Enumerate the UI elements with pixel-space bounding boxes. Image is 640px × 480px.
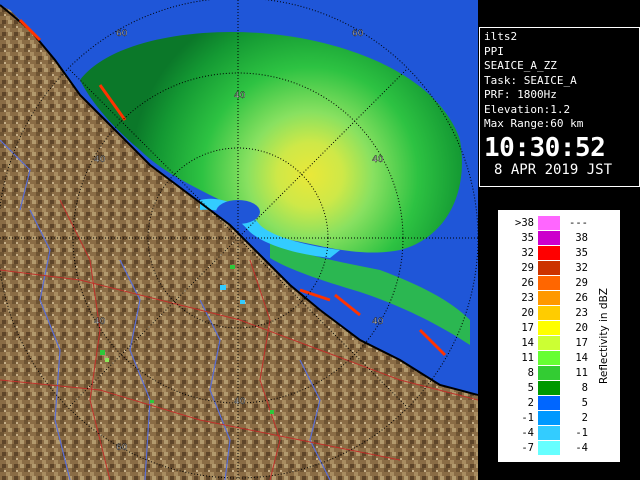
legend-swatch <box>538 231 560 245</box>
legend-row: 23 26 <box>498 291 598 306</box>
legend-swatch <box>538 336 560 350</box>
radar-ppi-display[interactable]: 60 40 40 60 40 40 40 40 60 <box>0 0 478 480</box>
legend-swatch <box>538 216 560 230</box>
elevation-value: Elevation:1.2 <box>484 102 571 116</box>
legend-low-value: 23 <box>521 292 534 304</box>
scan-mode: PPI <box>484 44 504 58</box>
legend-row: 8 11 <box>498 366 598 381</box>
site-name: ilts2 <box>484 30 518 43</box>
legend-low-value: 5 <box>527 382 534 394</box>
legend-row: 17 20 <box>498 321 598 336</box>
legend-row: 32 35 <box>498 246 598 261</box>
legend-swatch <box>538 381 560 395</box>
legend-high-value: 23 <box>575 307 588 319</box>
legend-row: -7 -4 <box>498 441 598 456</box>
legend-low-value: 8 <box>527 367 534 379</box>
legend-row: 29 32 <box>498 261 598 276</box>
color-scale-legend: >38 --- 35 38 32 35 29 32 26 29 23 26 20 23 17 20 14 17 11… <box>498 210 620 462</box>
legend-swatch <box>538 291 560 305</box>
legend-high-value: -1 <box>575 427 588 439</box>
legend-low-value: 20 <box>521 307 534 319</box>
legend-low-value: 14 <box>521 337 534 349</box>
legend-row: 14 17 <box>498 336 598 351</box>
legend-high-value: 20 <box>575 322 588 334</box>
prf-value: PRF: 1800Hz <box>484 88 557 101</box>
legend-low-value: 26 <box>521 277 534 289</box>
legend-low-value: 35 <box>521 232 534 244</box>
range-label: 40 <box>372 155 384 165</box>
legend-low-value: -4 <box>521 427 534 439</box>
range-label: 40 <box>234 91 246 101</box>
legend-high-value: 2 <box>581 412 588 424</box>
radar-map: 60 40 40 60 40 40 40 40 60 <box>0 0 478 480</box>
legend-row: >38 --- <box>498 216 598 231</box>
range-label: 40 <box>94 317 106 327</box>
legend-row: 35 38 <box>498 231 598 246</box>
legend-high-value: 11 <box>575 367 588 379</box>
legend-row: 11 14 <box>498 351 598 366</box>
scan-time: 10:30:52 <box>484 132 606 163</box>
legend-high-value: 14 <box>575 352 588 364</box>
product-name: SEAICE_A_ZZ <box>484 59 557 72</box>
legend-swatch <box>538 306 560 320</box>
legend-swatch <box>538 261 560 275</box>
range-label: 60 <box>116 443 128 453</box>
legend-low-value: -7 <box>521 442 534 454</box>
task-name: Task: SEAICE_A <box>484 73 577 87</box>
legend-swatch <box>538 321 560 335</box>
legend-high-value: 35 <box>575 247 588 259</box>
legend-high-value: 8 <box>581 382 588 394</box>
scan-date: 8 APR 2019 JST <box>494 161 613 178</box>
legend-row: -1 2 <box>498 411 598 426</box>
radar-info-panel: ilts2 PPI SEAICE_A_ZZ Task: SEAICE_A PRF… <box>479 27 640 187</box>
legend-units: Reflectivity in dBZ <box>598 288 610 384</box>
legend-low-value: 11 <box>521 352 534 364</box>
legend-low-value: >38 <box>515 217 534 229</box>
legend-low-value: 29 <box>521 262 534 274</box>
legend-row: 25 <box>498 396 598 411</box>
legend-swatch <box>538 276 560 290</box>
range-label: 40 <box>372 317 384 327</box>
legend-high-value: 29 <box>575 277 588 289</box>
legend-high-value: --- <box>569 217 588 229</box>
legend-swatch <box>538 441 560 455</box>
legend-row: 58 <box>498 381 598 396</box>
legend-swatch <box>538 396 560 410</box>
legend-low-value: 2 <box>527 397 534 409</box>
legend-high-value: 17 <box>575 337 588 349</box>
legend-swatch <box>538 351 560 365</box>
legend-swatch <box>538 411 560 425</box>
range-label: 60 <box>352 29 364 39</box>
legend-high-value: -4 <box>575 442 588 454</box>
range-label: 60 <box>116 29 128 39</box>
legend-row: 26 29 <box>498 276 598 291</box>
legend-high-value: 26 <box>575 292 588 304</box>
legend-low-value: -1 <box>521 412 534 424</box>
max-range-value: Max Range:60 km <box>484 117 584 130</box>
legend-row: -4 -1 <box>498 426 598 441</box>
legend-high-value: 38 <box>575 232 588 244</box>
legend-high-value: 5 <box>581 397 588 409</box>
legend-swatch <box>538 366 560 380</box>
legend-row: 20 23 <box>498 306 598 321</box>
range-label: 40 <box>234 397 246 407</box>
legend-low-value: 32 <box>521 247 534 259</box>
range-label: 40 <box>94 155 106 165</box>
legend-high-value: 32 <box>575 262 588 274</box>
legend-swatch <box>538 246 560 260</box>
legend-low-value: 17 <box>521 322 534 334</box>
legend-swatch <box>538 426 560 440</box>
